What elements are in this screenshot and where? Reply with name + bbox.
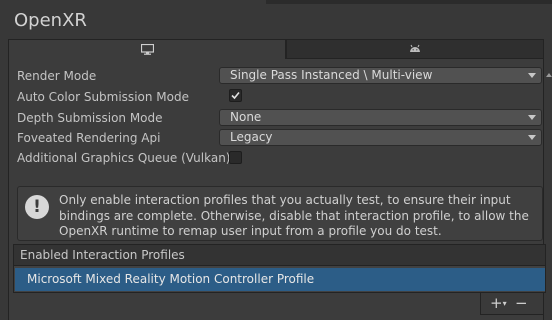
auto-color-checkbox[interactable] <box>229 89 242 102</box>
monitor-icon <box>140 44 154 55</box>
list-header: Enabled Interaction Profiles <box>14 245 545 266</box>
checkmark-icon <box>231 91 240 100</box>
graphics-queue-label: Additional Graphics Queue (Vulkan) <box>17 151 231 165</box>
interaction-profiles-list: Enabled Interaction Profiles Microsoft M… <box>13 244 546 293</box>
depth-submission-value: None <box>230 110 262 124</box>
list-footer: +▾ − <box>480 293 544 315</box>
tab-standalone[interactable] <box>8 39 286 59</box>
render-mode-dropdown[interactable]: Single Pass Instanced \ Multi-view <box>219 67 542 84</box>
chevron-down-icon <box>528 73 536 78</box>
auto-color-label: Auto Color Submission Mode <box>17 90 189 104</box>
tab-android[interactable] <box>286 39 544 59</box>
graphics-queue-checkbox[interactable] <box>229 151 242 164</box>
platform-tabs <box>8 39 544 59</box>
foveated-value: Legacy <box>230 130 273 144</box>
foveated-dropdown[interactable]: Legacy <box>219 129 542 146</box>
list-item[interactable]: Microsoft Mixed Reality Motion Controlle… <box>15 268 545 291</box>
add-button[interactable]: +▾ <box>490 295 507 312</box>
depth-submission-label: Depth Submission Mode <box>17 111 163 125</box>
scroll-up-arrow-icon[interactable] <box>546 73 552 77</box>
chevron-down-icon <box>528 135 536 140</box>
depth-submission-dropdown[interactable]: None <box>219 109 542 126</box>
info-icon: ! <box>25 195 49 219</box>
android-icon <box>410 44 420 52</box>
render-mode-value: Single Pass Instanced \ Multi-view <box>230 68 433 82</box>
help-text: Only enable interaction profiles that yo… <box>59 193 529 238</box>
chevron-down-icon <box>528 115 536 120</box>
add-label: + <box>490 294 503 312</box>
render-mode-label: Render Mode <box>17 69 97 83</box>
help-box: ! Only enable interaction profiles that … <box>17 186 543 241</box>
page-title: OpenXR <box>14 10 87 31</box>
window-top-strip <box>266 0 552 4</box>
remove-button[interactable]: − <box>515 295 528 312</box>
chevron-down-icon: ▾ <box>502 299 507 308</box>
foveated-label: Foveated Rendering Api <box>17 131 161 145</box>
